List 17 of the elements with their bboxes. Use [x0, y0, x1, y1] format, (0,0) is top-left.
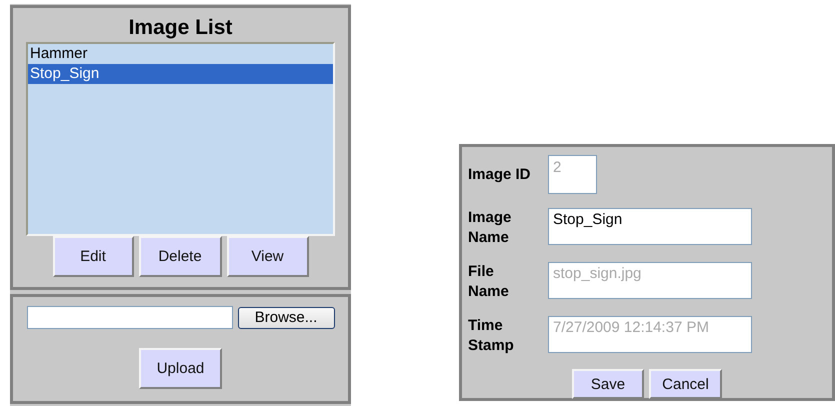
upload-button[interactable]: Upload	[139, 348, 222, 389]
field-label: Image ID	[468, 165, 532, 185]
file-path-field[interactable]	[26, 306, 232, 329]
browse-button[interactable]: Browse...	[238, 306, 334, 328]
action-button[interactable]: View	[226, 236, 308, 277]
list-option[interactable]: Hammer	[28, 44, 333, 64]
field-label: File Name	[468, 262, 510, 302]
panel-title: Image List	[128, 16, 232, 40]
form-button[interactable]: Cancel	[649, 369, 722, 399]
action-button[interactable]: Edit	[52, 236, 134, 277]
image-listbox[interactable]: Hammer Stop_Sign	[26, 42, 335, 236]
text-field[interactable]: Stop_Sign	[548, 208, 752, 245]
form-button[interactable]: Save	[572, 369, 644, 399]
action-button[interactable]: Delete	[138, 236, 222, 277]
field-label: Time Stamp	[468, 316, 515, 356]
field-label: Image Name	[468, 208, 512, 248]
list-option[interactable]: Stop_Sign	[28, 64, 333, 84]
